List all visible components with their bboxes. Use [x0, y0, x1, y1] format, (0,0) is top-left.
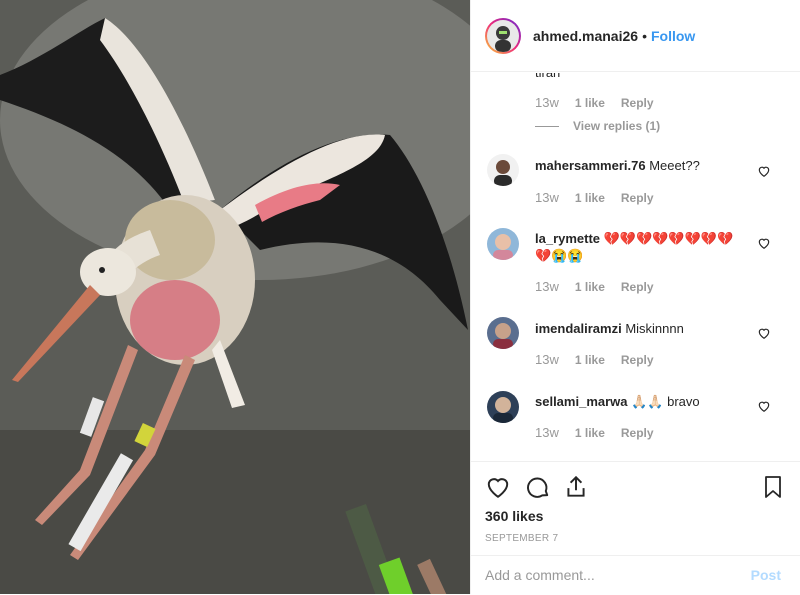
reply-button[interactable]: Reply — [621, 191, 654, 205]
comment-age: 13w — [535, 425, 559, 440]
comment-likes[interactable]: 1 like — [575, 191, 605, 205]
post-header: ahmed.manai26 • Follow — [471, 0, 800, 72]
header-username[interactable]: ahmed.manai26 — [533, 28, 638, 44]
reply-button[interactable]: Reply — [621, 96, 654, 110]
commenter-avatar[interactable] — [487, 391, 519, 423]
comment-meta: 13w 1 like Reply — [535, 352, 654, 367]
like-comment-heart-icon[interactable] — [757, 236, 771, 250]
commenter-avatar[interactable] — [487, 228, 519, 260]
like-heart-icon[interactable] — [485, 474, 511, 500]
divider-line — [535, 125, 559, 127]
view-replies-label: View replies (1) — [573, 119, 661, 133]
comment-age: 13w — [535, 352, 559, 367]
reply-button[interactable]: Reply — [621, 353, 654, 367]
comment-username[interactable]: sellami_marwa — [535, 394, 628, 409]
add-comment-input[interactable]: Add a comment... — [485, 567, 595, 583]
reply-button[interactable]: Reply — [621, 426, 654, 440]
comment-bubble-icon[interactable] — [525, 474, 551, 500]
comment-body: 🙏🏻🙏🏻 bravo — [631, 394, 700, 409]
profile-avatar[interactable] — [485, 17, 521, 54]
comment-age: 13w — [535, 190, 559, 205]
comment-body: Meeet?? — [649, 158, 700, 173]
comment-age: 13w — [535, 279, 559, 294]
comment-meta: 13w 1 like Reply — [535, 279, 654, 294]
comment-username[interactable]: mahersammeri.76 — [535, 158, 646, 173]
comment-text: la_rymette 💔💔💔💔💔💔💔💔💔😭😭 — [535, 230, 745, 264]
comment-meta: 13w 1 like Reply — [535, 190, 654, 205]
like-comment-heart-icon[interactable] — [757, 326, 771, 340]
comment-age: 13w — [535, 95, 559, 110]
comment-text: sellami_marwa 🙏🏻🙏🏻 bravo — [535, 393, 745, 410]
comment-text: mahersammeri.76 Meeet?? — [535, 157, 745, 174]
share-icon[interactable] — [563, 474, 589, 500]
view-replies-button[interactable]: View replies (1) — [535, 119, 660, 133]
post-actions: 360 likes SEPTEMBER 7 Add a comment... P… — [471, 461, 800, 594]
post-comment-button[interactable]: Post — [751, 567, 781, 583]
comment-text: imendaliramzi Miskinnnn — [535, 320, 745, 337]
comment-likes[interactable]: 1 like — [575, 280, 605, 294]
commenter-avatar[interactable] — [487, 317, 519, 349]
comment-likes[interactable]: 1 like — [575, 353, 605, 367]
comment-body: Miskinnnn — [625, 321, 684, 336]
comment-username[interactable]: imendaliramzi — [535, 321, 622, 336]
follow-button[interactable]: Follow — [651, 28, 695, 44]
post-photo[interactable] — [0, 0, 470, 594]
comment-likes[interactable]: 1 like — [575, 426, 605, 440]
likes-count[interactable]: 360 likes — [485, 508, 543, 524]
like-comment-heart-icon[interactable] — [757, 399, 771, 413]
commenter-avatar[interactable] — [487, 154, 519, 186]
comment-meta: 13w 1 like Reply — [535, 95, 654, 110]
like-comment-heart-icon[interactable] — [757, 164, 771, 178]
stork-image — [0, 0, 470, 594]
post-side-panel: ahmed.manai26 • Follow tiran 13w 1 like … — [470, 0, 800, 594]
comments-list[interactable]: tiran 13w 1 like Reply View replies (1) … — [471, 73, 800, 461]
header-separator: • — [642, 27, 647, 44]
comment-likes[interactable]: 1 like — [575, 96, 605, 110]
add-comment-bar: Add a comment... Post — [471, 555, 800, 595]
comment-meta: 13w 1 like Reply — [535, 425, 654, 440]
truncated-comment-text: tiran — [535, 73, 560, 80]
reply-button[interactable]: Reply — [621, 280, 654, 294]
avatar-image — [487, 19, 519, 52]
save-bookmark-icon[interactable] — [761, 474, 785, 500]
comment-username[interactable]: la_rymette — [535, 231, 600, 246]
post-date: SEPTEMBER 7 — [485, 533, 559, 544]
